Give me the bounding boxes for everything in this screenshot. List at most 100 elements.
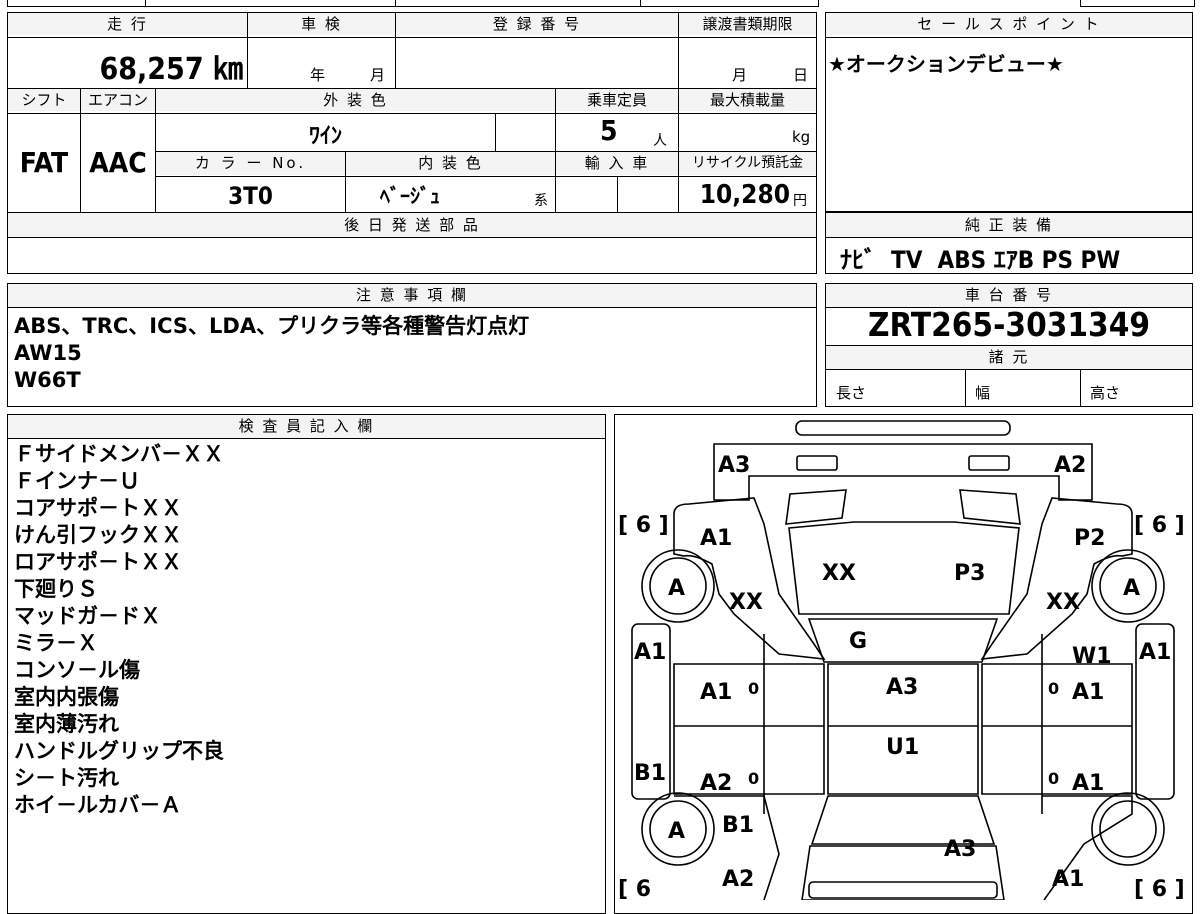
- registration-header: 登 録 番 号: [396, 13, 678, 35]
- door-zero: 0: [748, 679, 759, 698]
- mark-right-apron: XX: [1046, 590, 1080, 615]
- ac-value: AAC: [89, 146, 147, 179]
- door-zero: 0: [1048, 769, 1059, 788]
- mark-trunk: A3: [944, 837, 976, 862]
- import-header: 輸 入 車: [556, 152, 678, 175]
- sales-point-header: セ ー ル ス ポ イ ン ト: [826, 13, 1192, 35]
- equipment-header: 純 正 装 備: [826, 213, 1192, 237]
- mark-left-rocker: B1: [634, 761, 666, 786]
- recycle-header: リサイクル預託金: [679, 152, 816, 175]
- mark-right-pillar: A1: [1139, 640, 1171, 665]
- inspector-line: コアサポ－トＸＸ: [14, 496, 182, 520]
- door-zero: 0: [748, 769, 759, 788]
- tire-bracket-rr: [ 6 ]: [1134, 877, 1185, 900]
- mark-right-rocker: A1: [1072, 771, 1104, 796]
- mark-hood-left: XX: [822, 561, 856, 586]
- tire-bracket-rl: [ 6: [618, 877, 651, 900]
- mark-front-left-door: A1: [700, 680, 732, 705]
- mark-front-right-fender: P2: [1074, 526, 1105, 551]
- interior-color-value: ﾍﾞｰｼﾞｭ: [380, 184, 440, 208]
- top-strip-divider: [395, 0, 396, 6]
- color-no-header: カ ラ ー No.: [156, 152, 345, 175]
- tire-bracket-fr: [ 6 ]: [1134, 513, 1185, 538]
- top-strip-divider: [640, 0, 641, 6]
- door-zero: 0: [1048, 679, 1059, 698]
- inspector-line: ホイ－ルカバ－Ａ: [14, 793, 182, 817]
- height-label: 高さ: [1090, 384, 1121, 402]
- recycle-fee-unit: 円: [793, 193, 807, 209]
- color-no-value: 3T0: [228, 182, 273, 210]
- capacity-unit: 人: [653, 133, 667, 149]
- interior-color-header: 内 装 色: [346, 152, 555, 175]
- top-strip: [7, 0, 819, 7]
- inspector-line: ハンドルグリップ不良: [14, 739, 224, 763]
- top-strip-right: [1080, 0, 1195, 7]
- mark-front-left-corner: A3: [718, 453, 750, 478]
- transfer-day-unit: 日: [793, 66, 809, 84]
- chassis-number: ZRT265-3031349: [867, 305, 1151, 344]
- car-diagram: [ 6 ] [ 6 ] [ 6 [ 6 ] A3 A2 A1 P2 XX P3 …: [618, 420, 1185, 900]
- mark-rear-left-wheel: A: [668, 819, 685, 844]
- mark-rear-right-corner: A1: [1052, 867, 1084, 892]
- mark-right-mirror-area: W1: [1072, 644, 1112, 669]
- inspection-header: 車 検: [248, 13, 395, 35]
- top-strip-divider: [145, 0, 146, 6]
- sales-point-text: ★オークションデビュー★: [828, 52, 1064, 76]
- inspector-line: ロアサポ－トＸＸ: [14, 550, 182, 574]
- shift-value: FAT: [19, 146, 69, 179]
- capacity-value: 5: [600, 114, 618, 147]
- interior-color-suffix: 系: [534, 193, 548, 209]
- inspector-line: 下廻りＳ: [14, 577, 98, 601]
- recycle-fee-value: 10,280: [699, 180, 790, 210]
- inspector-line: Ｆサイドメンバ－ＸＸ: [14, 442, 224, 466]
- max-load-unit: kg: [792, 128, 811, 146]
- transfer-month-unit: 月: [732, 66, 748, 84]
- inspector-line: Ｆインナ－Ｕ: [14, 469, 140, 493]
- mark-front-left-fender: A1: [700, 526, 732, 551]
- mark-front-right-corner: A2: [1054, 453, 1086, 478]
- later-parts-header: 後 日 発 送 部 品: [8, 213, 816, 237]
- chassis-header: 車 台 番 号: [826, 284, 1192, 307]
- inspector-line: 室内内張傷: [14, 685, 119, 709]
- inspector-line: 室内薄汚れ: [14, 712, 119, 736]
- mark-left-pillar: A1: [634, 640, 666, 665]
- notes-header: 注 意 事 項 欄: [8, 284, 816, 307]
- capacity-header: 乗車定員: [556, 89, 678, 111]
- length-label: 長さ: [836, 384, 867, 402]
- mark-front-left-wheel: A: [668, 576, 685, 601]
- width-label: 幅: [975, 384, 991, 402]
- inspector-line: マッドガ－ドＸ: [14, 604, 161, 628]
- mark-rear-left-quarter: B1: [722, 813, 754, 838]
- transfer-deadline-header: 譲渡書類期限: [679, 13, 816, 35]
- tire-bracket-fl: [ 6 ]: [618, 513, 669, 538]
- exterior-color-header: 外 装 色: [156, 89, 555, 111]
- equipment-text: ﾅﾋﾞ TV ABS ｴｱB PS PW: [840, 246, 1121, 274]
- mark-left-apron: XX: [729, 590, 763, 615]
- inspector-line: シ－ト汚れ: [14, 766, 119, 790]
- inspector-line: コンソ－ル傷: [14, 658, 140, 682]
- inspector-line: ミラ－Ｘ: [14, 631, 98, 655]
- mileage-value: 68,257 ㎞: [99, 52, 243, 87]
- mark-roof-front: A3: [886, 675, 918, 700]
- shift-header: シフト: [8, 89, 80, 111]
- inspector-header: 検 査 員 記 入 欄: [8, 415, 605, 438]
- sales-point-panel: [825, 12, 1193, 212]
- ac-header: エアコン: [81, 89, 155, 111]
- mark-hood-right: P3: [954, 561, 985, 586]
- mark-front-right-door: A1: [1072, 680, 1104, 705]
- mileage-header: 走 行: [8, 13, 247, 35]
- notes-line: AW15: [14, 341, 82, 365]
- mark-windshield: G: [849, 629, 867, 654]
- inspector-line: けん引フックＸＸ: [14, 523, 182, 547]
- mark-roof-rear: U1: [886, 735, 919, 760]
- exterior-color-value: ﾜｲﾝ: [308, 124, 342, 149]
- specs-header: 諸 元: [826, 346, 1192, 369]
- mark-rear-left-door: A2: [700, 771, 732, 796]
- notes-line: W66T: [14, 368, 81, 392]
- mark-rear-left-corner: A2: [722, 867, 754, 892]
- notes-line: ABS、TRC、ICS、LDA、プリクラ等各種警告灯点灯: [14, 314, 530, 338]
- mark-front-right-wheel: A: [1123, 576, 1140, 601]
- max-load-header: 最大積載量: [679, 89, 816, 111]
- inspection-year-unit: 年: [310, 66, 326, 84]
- inspector-lines: Ｆサイドメンバ－ＸＸ Ｆインナ－Ｕ コアサポ－トＸＸ けん引フックＸＸ ロアサポ…: [14, 441, 224, 819]
